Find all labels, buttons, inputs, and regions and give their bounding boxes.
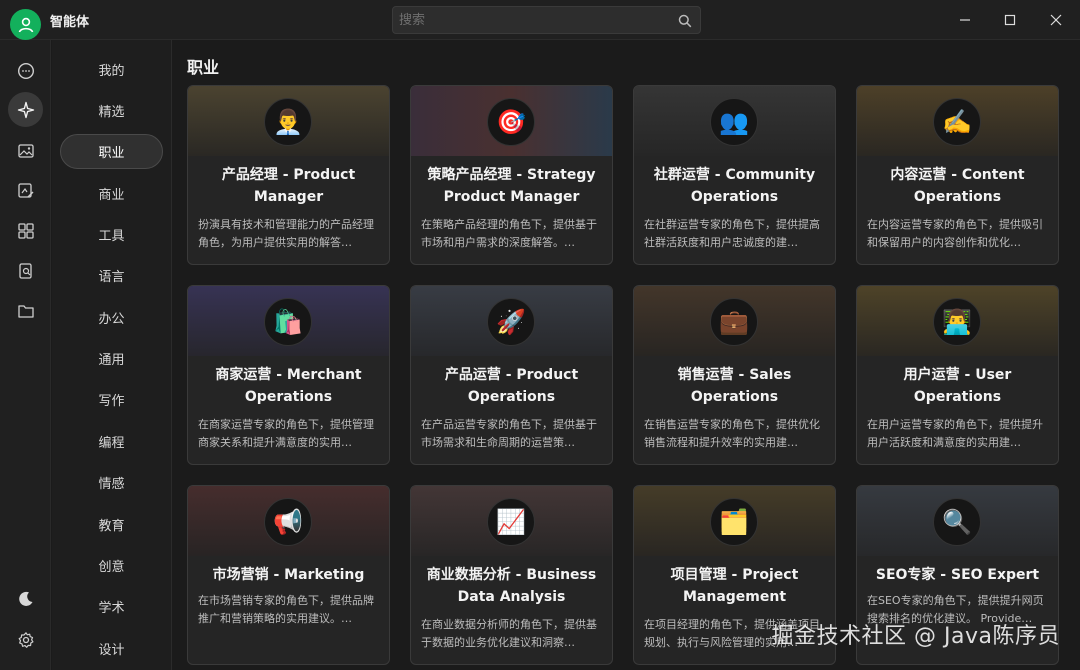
section-title: 职业 <box>187 58 220 77</box>
files-nav-button[interactable] <box>10 295 41 326</box>
icon-rail <box>0 40 51 670</box>
category-creative[interactable]: 创意 <box>60 548 163 583</box>
document-search-icon <box>18 262 32 279</box>
agent-card[interactable]: 🎯 策略产品经理 - Strategy Product Manager 在策略产… <box>410 85 613 265</box>
sparkle-icon <box>17 101 34 118</box>
agent-card[interactable]: 💼 销售运营 - Sales Operations 在销售运营专家的角色下，提供… <box>633 285 836 465</box>
writing-icon: ✍️ <box>933 98 981 146</box>
card-title: 商家运营 - Merchant Operations <box>215 367 362 405</box>
briefcase-icon: 💼 <box>710 298 758 346</box>
card-description: 在用户运营专家的角色下，提供提升用户活跃度和满意度的实用建… <box>867 418 1043 449</box>
category-programming[interactable]: 编程 <box>60 424 163 459</box>
apps-nav-button[interactable] <box>10 215 41 246</box>
gear-icon <box>18 631 33 648</box>
card-title: 内容运营 - Content Operations <box>890 167 1025 205</box>
card-title: 产品经理 - Product Manager <box>221 167 356 205</box>
category-mine[interactable]: 我的 <box>60 52 163 87</box>
image-icon <box>17 143 34 158</box>
search-box[interactable] <box>392 6 701 34</box>
title-bar: 智能体 <box>0 0 1080 40</box>
magnifying-glass-icon: 🔍 <box>933 498 981 546</box>
grid-icon <box>17 222 34 239</box>
agent-card[interactable]: 📈 商业数据分析 - Business Data Analysis 在商业数据分… <box>410 485 613 665</box>
category-tools[interactable]: 工具 <box>60 217 163 252</box>
app-title: 智能体 <box>50 15 90 30</box>
close-icon <box>1050 14 1062 26</box>
card-description: 在销售运营专家的角色下，提供优化销售流程和提升效率的实用建… <box>644 418 820 449</box>
category-writing[interactable]: 写作 <box>60 382 163 417</box>
card-title: 策略产品经理 - Strategy Product Manager <box>427 167 596 205</box>
theme-toggle-button[interactable] <box>10 583 41 614</box>
watermark: 掘金技术社区 @ Java陈序员 <box>771 624 1060 649</box>
category-business[interactable]: 商业 <box>60 176 163 211</box>
image-edit-nav-button[interactable] <box>10 175 41 206</box>
agent-card[interactable]: 📢 市场营销 - Marketing 在市场营销专家的角色下，提供品牌推广和营销… <box>187 485 390 665</box>
category-featured[interactable]: 精选 <box>60 93 163 128</box>
agent-card[interactable]: 🚀 产品运营 - Product Operations 在产品运营专家的角色下，… <box>410 285 613 465</box>
maximize-icon <box>1004 14 1016 26</box>
agent-card[interactable]: 👥 社群运营 - Community Operations 在社群运营专家的角色… <box>633 85 836 265</box>
minimize-icon <box>960 19 970 21</box>
chat-nav-button[interactable] <box>10 55 41 86</box>
image-nav-button[interactable] <box>10 135 41 166</box>
maximize-button[interactable] <box>995 6 1025 34</box>
technologist-icon: 👨‍💻 <box>933 298 981 346</box>
product-manager-icon: 👨‍💼 <box>264 98 312 146</box>
category-academic[interactable]: 学术 <box>60 589 163 624</box>
rocket-icon: 🚀 <box>487 298 535 346</box>
folder-icon <box>17 304 34 318</box>
agent-card[interactable]: 👨‍💼 产品经理 - Product Manager 扮演具有技术和管理能力的产… <box>187 85 390 265</box>
card-title: 项目管理 - Project Management <box>670 567 799 605</box>
moon-icon <box>18 591 32 606</box>
shopping-bags-icon: 🛍️ <box>264 298 312 346</box>
search-icon[interactable] <box>678 13 692 32</box>
close-button[interactable] <box>1041 6 1071 34</box>
card-title: 市场营销 - Marketing <box>212 567 365 583</box>
card-title: 社群运营 - Community Operations <box>653 167 816 205</box>
card-description: 在社群运营专家的角色下，提供提高社群活跃度和用户忠诚度的建… <box>644 218 820 249</box>
card-title: 销售运营 - Sales Operations <box>677 367 792 405</box>
minimize-button[interactable] <box>950 6 980 34</box>
category-office[interactable]: 办公 <box>60 300 163 335</box>
settings-button[interactable] <box>10 624 41 655</box>
user-icon <box>18 17 33 32</box>
card-index-dividers-icon: 🗂️ <box>710 498 758 546</box>
agent-card[interactable]: 👨‍💻 用户运营 - User Operations 在用户运营专家的角色下，提… <box>856 285 1059 465</box>
category-career[interactable]: 职业 <box>60 134 163 169</box>
chat-icon <box>17 62 34 79</box>
agent-card[interactable]: ✍️ 内容运营 - Content Operations 在内容运营专家的角色下… <box>856 85 1059 265</box>
community-icon: 👥 <box>710 98 758 146</box>
card-description: 在内容运营专家的角色下，提供吸引和保留用户的内容创作和优化… <box>867 218 1043 249</box>
category-general[interactable]: 通用 <box>60 341 163 376</box>
card-description: 在策略产品经理的角色下，提供基于市场和用户需求的深度解答。… <box>421 218 597 249</box>
card-description: 在商家运营专家的角色下，提供管理商家关系和提升满意度的实用… <box>198 418 374 449</box>
card-title: 用户运营 - User Operations <box>903 367 1012 405</box>
megaphone-icon: 📢 <box>264 498 312 546</box>
card-title: 产品运营 - Product Operations <box>444 367 579 405</box>
user-avatar[interactable] <box>10 9 41 40</box>
target-icon: 🎯 <box>487 98 535 146</box>
image-edit-icon <box>17 182 33 198</box>
app-window: 智能体 搜索 我的 精选 职业 商业 工具 语言 办公 通用 写作 编程 情感 … <box>0 0 1080 670</box>
category-design[interactable]: 设计 <box>60 631 163 666</box>
category-emotion[interactable]: 情感 <box>60 465 163 500</box>
search-input[interactable] <box>399 11 669 29</box>
card-title: 商业数据分析 - Business Data Analysis <box>426 567 597 605</box>
agent-card[interactable]: 🛍️ 商家运营 - Merchant Operations 在商家运营专家的角色… <box>187 285 390 465</box>
category-sidebar: 我的 精选 职业 商业 工具 语言 办公 通用 写作 编程 情感 教育 创意 学… <box>52 40 172 670</box>
card-description: 在商业数据分析师的角色下，提供基于数据的业务优化建议和洞察… <box>421 618 597 649</box>
card-description: 在产品运营专家的角色下，提供基于市场需求和生命周期的运营策… <box>421 418 597 449</box>
card-description: 在市场营销专家的角色下，提供品牌推广和营销策略的实用建议。… <box>198 594 374 625</box>
category-education[interactable]: 教育 <box>60 507 163 542</box>
category-language[interactable]: 语言 <box>60 258 163 293</box>
card-description: 扮演具有技术和管理能力的产品经理角色，为用户提供实用的解答… <box>198 218 374 249</box>
card-title: SEO专家 - SEO Expert <box>875 567 1040 583</box>
chart-increasing-icon: 📈 <box>487 498 535 546</box>
doc-search-nav-button[interactable] <box>10 255 41 286</box>
agents-nav-button[interactable] <box>8 92 43 127</box>
